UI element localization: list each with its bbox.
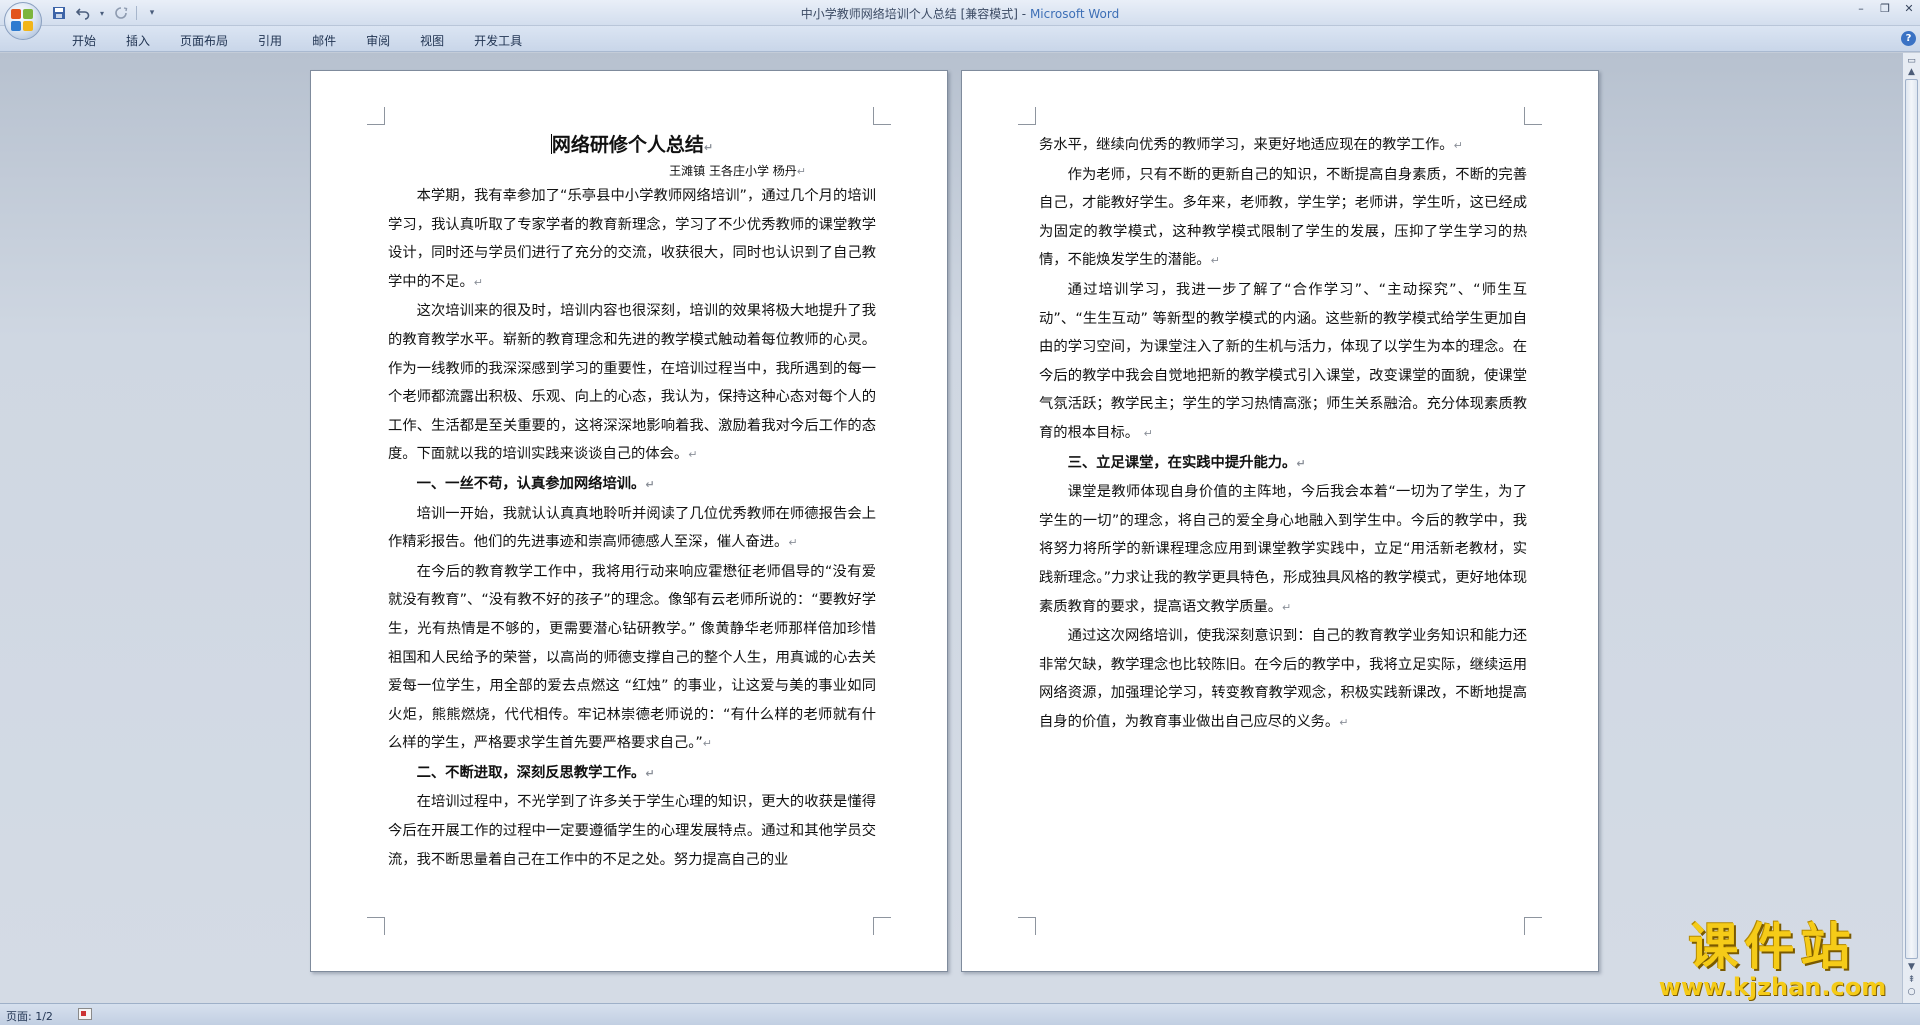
body-paragraph: 作为老师，只有不断的更新自己的知识，不断提高自身素质，不断的完善自己，才能教好学…	[1039, 161, 1527, 276]
page-2-paragraphs: 务水平，继续向优秀的教师学习，来更好地适应现在的教学工作。↵ 作为老师，只有不断的…	[1039, 131, 1527, 737]
paragraph-text: 通过培训学习，我进一步了解了“合作学习”、“主动探究”、“师生互动”、“生生互动…	[1039, 281, 1527, 441]
body-paragraph: 培训一开始，我就认认真真地聆听并阅读了几位优秀教师在师德报告会上作精彩报告。他们…	[388, 500, 876, 558]
close-icon[interactable]: ✕	[1902, 2, 1916, 16]
page-1-body[interactable]: 网络研修个人总结↵ 王滩镇 王各庄小学 杨丹↵ 本学期，我有幸参加了“乐亭县中小…	[388, 131, 876, 874]
paragraph-text: 一、一丝不苟，认真参加网络培训。	[416, 475, 646, 492]
status-bar: 页面: 1/2	[0, 1003, 1920, 1025]
body-paragraph: 通过培训学习，我进一步了解了“合作学习”、“主动探究”、“师生互动”、“生生互动…	[1039, 276, 1527, 449]
help-icon[interactable]: ?	[1901, 31, 1916, 46]
paragraph-text: 在今后的教育教学工作中，我将用行动来响应霍懋征老师倡导的“没有爱就没有教育”、“…	[388, 563, 876, 752]
body-paragraph: 通过这次网络培训，使我深刻意识到：自己的教育教学业务知识和能力还非常欠缺，教学理…	[1039, 622, 1527, 737]
compat-mode: [兼容模式]	[960, 7, 1018, 21]
scroll-up-icon[interactable]: ▲	[1905, 66, 1918, 79]
paragraph-text: 在培训过程中，不光学到了许多关于学生心理的知识，更大的收获是懂得今后在开展工作的…	[388, 794, 876, 868]
paragraph-text: 三、立足课堂，在实践中提升能力。	[1067, 454, 1297, 471]
document-name: 中小学教师网络培训个人总结	[800, 7, 957, 21]
crop-mark	[1018, 917, 1036, 935]
minimize-icon[interactable]: –	[1854, 2, 1868, 16]
paragraph-text: 课堂是教师体现自身价值的主阵地，今后我会本着“一切为了学生，为了学生的一切”的理…	[1039, 484, 1527, 615]
paragraph-mark: ↵	[788, 536, 798, 550]
paragraph-mark: ↵	[1143, 426, 1153, 440]
paragraph-text: 作为老师，只有不断的更新自己的知识，不断提高自身素质，不断的完善自己，才能教好学…	[1039, 166, 1527, 269]
app-name: Microsoft Word	[1029, 7, 1120, 21]
page-2-body[interactable]: 务水平，继续向优秀的教师学习，来更好地适应现在的教学工作。↵ 作为老师，只有不断的…	[1039, 131, 1527, 737]
paragraph-mark: ↵	[702, 737, 713, 751]
document-page-1[interactable]: 网络研修个人总结↵ 王滩镇 王各庄小学 杨丹↵ 本学期，我有幸参加了“乐亭县中小…	[310, 70, 948, 972]
paragraph-mark: ↵	[1339, 715, 1349, 729]
crop-mark	[367, 917, 385, 935]
office-logo-icon	[11, 9, 35, 33]
tab-view[interactable]: 视图	[408, 30, 456, 51]
crop-mark	[873, 107, 891, 125]
crop-mark	[1018, 107, 1036, 125]
title-separator: -	[1017, 7, 1030, 21]
office-button[interactable]	[4, 2, 42, 40]
ribbon-tab-bar: 开始 插入 页面布局 引用 邮件 审阅 视图 开发工具 ?	[0, 26, 1920, 52]
section-heading: 一、一丝不苟，认真参加网络培训。↵	[388, 470, 876, 500]
paragraph-text: 二、不断进取，深刻反思教学工作。	[416, 764, 646, 781]
body-paragraph: 本学期，我有幸参加了“乐亭县中小学教师网络培训”，通过几个月的培训学习，我认真听…	[388, 182, 876, 297]
body-paragraph: 课堂是教师体现自身价值的主阵地，今后我会本着“一切为了学生，为了学生的一切”的理…	[1039, 478, 1527, 622]
section-heading: 二、不断进取，深刻反思教学工作。↵	[388, 759, 876, 789]
paragraph-mark: ↵	[645, 477, 655, 491]
paragraph-mark: ↵	[473, 275, 483, 289]
body-paragraph: 务水平，继续向优秀的教师学习，来更好地适应现在的教学工作。↵	[1039, 131, 1527, 161]
body-paragraph: 在今后的教育教学工作中，我将用行动来响应霍懋征老师倡导的“没有爱就没有教育”、“…	[388, 558, 876, 759]
proofing-icon[interactable]	[78, 1008, 92, 1020]
restore-icon[interactable]: ❐	[1878, 2, 1892, 16]
paragraph-text: 通过这次网络培训，使我深刻意识到：自己的教育教学业务知识和能力还非常欠缺，教学理…	[1039, 628, 1527, 730]
watermark-url: www.kjzhan.com	[1658, 973, 1887, 1001]
paragraph-mark: ↵	[1453, 139, 1463, 152]
paragraph-text: 本学期，我有幸参加了“乐亭县中小学教师网络培训”，通过几个月的培训学习，我认真听…	[388, 188, 876, 290]
document-author-text: 王滩镇 王各庄小学 杨丹	[669, 164, 797, 178]
crop-mark	[367, 107, 385, 125]
tab-page-layout[interactable]: 页面布局	[168, 30, 240, 51]
document-title: 网络研修个人总结↵	[388, 131, 876, 162]
watermark-title: 课件站	[1688, 917, 1857, 976]
tab-review[interactable]: 审阅	[354, 30, 402, 51]
window-title: 中小学教师网络培训个人总结 [兼容模式] - Microsoft Word	[0, 5, 1920, 22]
paragraph-mark: ↵	[645, 766, 655, 780]
paragraph-mark: ↵	[1210, 254, 1220, 268]
scrollbar-thumb[interactable]	[1905, 79, 1918, 959]
page-indicator[interactable]: 页面: 1/2	[6, 1008, 53, 1024]
tab-mailings[interactable]: 邮件	[300, 30, 348, 51]
paragraph-mark: ↵	[1296, 456, 1306, 470]
watermark-logo: 课件站 www.kjzhan.com	[1650, 920, 1895, 1005]
tab-insert[interactable]: 插入	[114, 30, 162, 51]
paragraph-mark: ↵	[796, 165, 806, 178]
crop-mark	[1524, 107, 1542, 125]
paragraph-text: 培训一开始，我就认认真真地聆听并阅读了几位优秀教师在师德报告会上作精彩报告。他们…	[388, 505, 876, 551]
window-controls: – ❐ ✕	[1854, 2, 1916, 16]
document-author: 王滩镇 王各庄小学 杨丹↵	[388, 162, 876, 181]
page-1-paragraphs: 本学期，我有幸参加了“乐亭县中小学教师网络培训”，通过几个月的培训学习，我认真听…	[388, 182, 876, 874]
paragraph-mark: ↵	[703, 141, 714, 154]
paragraph-mark: ↵	[688, 448, 698, 462]
scroll-down-icon[interactable]: ▼	[1905, 961, 1918, 974]
paragraph-text: 务水平，继续向优秀的教师学习，来更好地适应现在的教学工作。	[1039, 137, 1454, 153]
tab-home[interactable]: 开始	[60, 30, 108, 51]
section-heading: 三、立足课堂，在实践中提升能力。↵	[1039, 449, 1527, 479]
tab-references[interactable]: 引用	[246, 30, 294, 51]
ribbon-tabs: 开始 插入 页面布局 引用 邮件 审阅 视图 开发工具	[60, 30, 540, 51]
body-paragraph: 这次培训来的很及时，培训内容也很深刻，培训的效果将极大地提升了我的教育教学水平。…	[388, 297, 876, 470]
document-title-text: 网络研修个人总结	[551, 134, 704, 156]
vertical-scrollbar[interactable]: ▭ ▲ ▼ ⇞ ○	[1902, 53, 1920, 1003]
title-bar: ▾ ▾ 中小学教师网络培训个人总结 [兼容模式] - Microsoft Wor…	[0, 0, 1920, 40]
document-workspace: 网络研修个人总结↵ 王滩镇 王各庄小学 杨丹↵ 本学期，我有幸参加了“乐亭县中小…	[0, 53, 1902, 1003]
body-paragraph: 在培训过程中，不光学到了许多关于学生心理的知识，更大的收获是懂得今后在开展工作的…	[388, 788, 876, 874]
paragraph-mark: ↵	[1282, 600, 1292, 614]
tab-developer[interactable]: 开发工具	[462, 30, 534, 51]
document-page-2[interactable]: 务水平，继续向优秀的教师学习，来更好地适应现在的教学工作。↵ 作为老师，只有不断的…	[961, 70, 1599, 972]
crop-mark	[1524, 917, 1542, 935]
paragraph-text: 这次培训来的很及时，培训内容也很深刻，培训的效果将极大地提升了我的教育教学水平。…	[388, 303, 876, 463]
crop-mark	[873, 917, 891, 935]
select-browse-object-icon[interactable]: ○	[1905, 986, 1918, 999]
